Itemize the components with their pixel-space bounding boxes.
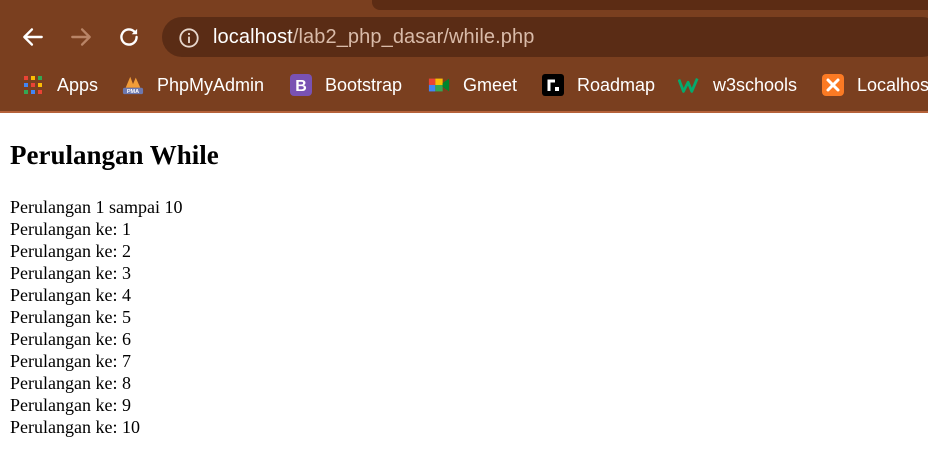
bookmark-apps[interactable]: Apps	[22, 73, 98, 97]
bookmark-localhost[interactable]: Localhost	[822, 73, 928, 97]
url-path: /lab2_php_dasar/while.php	[292, 26, 535, 48]
loop-line: Perulangan ke: 2	[10, 241, 131, 261]
w3schools-icon	[678, 74, 700, 96]
reload-button[interactable]	[114, 22, 144, 52]
svg-text:B: B	[295, 78, 307, 95]
bookmark-label: w3schools	[713, 74, 798, 95]
bookmarks-bar: Apps PMA PhpMyAdmin B Bootstrap Gmeet Ro…	[0, 68, 928, 102]
bookmark-label: Bootstrap	[325, 74, 403, 95]
loop-line: Perulangan ke: 5	[10, 307, 131, 327]
gmeet-icon	[428, 74, 450, 96]
bootstrap-icon: B	[290, 74, 312, 96]
loop-line: Perulangan ke: 7	[10, 351, 131, 371]
arrow-left-icon	[23, 28, 43, 46]
bookmark-w3schools[interactable]: w3schools	[678, 73, 797, 97]
back-button[interactable]	[18, 22, 48, 52]
apps-grid-icon	[22, 74, 44, 96]
forward-button[interactable]	[66, 22, 96, 52]
arrow-right-icon	[71, 28, 91, 46]
intro-line: Perulangan 1 sampai 10	[10, 197, 183, 217]
loop-line: Perulangan ke: 6	[10, 329, 131, 349]
tab-strip	[372, 0, 928, 10]
toolbar-divider	[0, 111, 928, 113]
page-content: Perulangan While Perulangan 1 sampai 10 …	[10, 139, 219, 438]
bookmark-phpmyadmin[interactable]: PMA PhpMyAdmin	[122, 73, 264, 97]
loop-line: Perulangan ke: 9	[10, 395, 131, 415]
bookmark-label: Localhost	[857, 74, 928, 95]
browser-toolbar: localhost/lab2_php_dasar/while.php	[0, 12, 928, 62]
loop-line: Perulangan ke: 8	[10, 373, 131, 393]
url-host: localhost	[213, 26, 293, 48]
xampp-icon	[822, 74, 844, 96]
reload-icon	[120, 28, 138, 46]
address-bar[interactable]: localhost/lab2_php_dasar/while.php	[162, 17, 928, 57]
loop-line: Perulangan ke: 10	[10, 417, 140, 437]
loop-line: Perulangan ke: 3	[10, 263, 131, 283]
page-title: Perulangan While	[10, 140, 219, 170]
svg-text:PMA: PMA	[127, 89, 139, 95]
url-text[interactable]: localhost/lab2_php_dasar/while.php	[213, 26, 534, 49]
bookmark-label: Apps	[57, 74, 99, 95]
loop-line: Perulangan ke: 1	[10, 219, 131, 239]
bookmark-label: PhpMyAdmin	[157, 74, 265, 95]
bookmark-roadmap[interactable]: Roadmap	[542, 73, 655, 97]
loop-output: Perulangan 1 sampai 10 Perulangan ke: 1 …	[10, 196, 219, 438]
bookmark-label: Gmeet	[463, 74, 518, 95]
bookmark-bootstrap[interactable]: B Bootstrap	[290, 73, 402, 97]
browser-chrome: localhost/lab2_php_dasar/while.php Apps …	[0, 0, 928, 113]
phpmyadmin-icon: PMA	[122, 74, 144, 96]
bookmark-gmeet[interactable]: Gmeet	[428, 73, 517, 97]
roadmap-icon	[542, 74, 564, 96]
loop-line: Perulangan ke: 4	[10, 285, 131, 305]
bookmark-label: Roadmap	[577, 74, 656, 95]
info-icon[interactable]	[178, 27, 200, 49]
